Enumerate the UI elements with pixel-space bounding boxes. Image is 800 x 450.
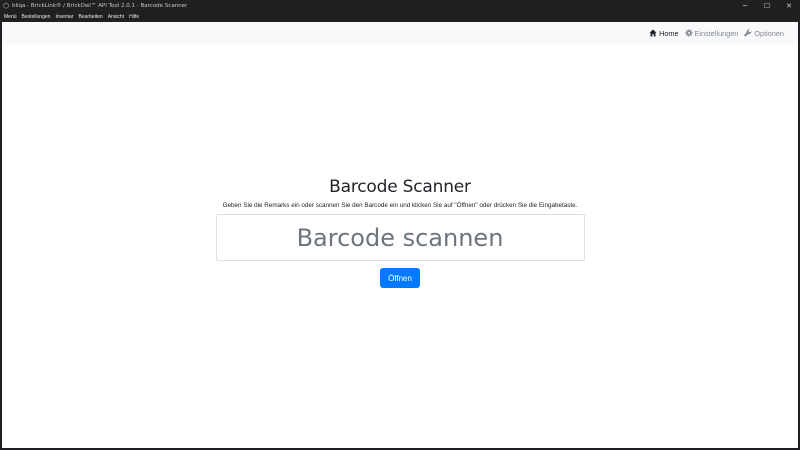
nav-options[interactable]: Optionen	[744, 29, 784, 38]
wrench-icon	[744, 29, 752, 37]
gear-icon	[684, 29, 693, 37]
app-window: Home Einstellungen Optionen Barcode Scan…	[2, 22, 798, 448]
nav-settings-label: Einstellungen	[694, 28, 739, 38]
minimize-button[interactable]: ─	[734, 0, 756, 12]
app-icon: ⬡	[2, 2, 10, 10]
menu-item-view[interactable]: Ansicht	[108, 14, 124, 20]
menu-item-inventory[interactable]: Inventar	[55, 14, 73, 20]
menu-item-menu[interactable]: Menü	[4, 14, 17, 20]
nav-home[interactable]: Home	[649, 28, 679, 38]
barcode-input[interactable]	[215, 214, 585, 261]
close-button[interactable]: ✕	[778, 0, 800, 12]
window-title: bliqa - BrickLink® / BrickOwl™ API Tool …	[12, 3, 188, 9]
page-title: Barcode Scanner	[329, 177, 471, 197]
maximize-button[interactable]: ☐	[756, 0, 778, 12]
barcode-scanner-panel: Barcode Scanner Geben Sie die Remarks ei…	[2, 177, 798, 288]
menu-item-help[interactable]: Hilfe	[129, 14, 139, 20]
menu-item-orders[interactable]: Bestellungen	[22, 14, 51, 20]
instructions-text: Geben Sie die Remarks ein oder scannen S…	[222, 202, 578, 209]
menu-item-edit[interactable]: Bearbeiten	[79, 14, 103, 20]
window-controls: ─ ☐ ✕	[734, 0, 800, 12]
nav-home-label: Home	[659, 28, 679, 38]
open-button[interactable]: Öffnen	[380, 268, 420, 288]
window-titlebar: ⬡ bliqa - BrickLink® / BrickOwl™ API Too…	[0, 0, 800, 12]
home-icon	[649, 29, 657, 37]
menubar: Menü Bestellungen Inventar Bearbeiten An…	[0, 12, 800, 22]
top-navbar: Home Einstellungen Optionen	[2, 22, 798, 44]
nav-options-label: Optionen	[754, 28, 784, 38]
nav-settings[interactable]: Einstellungen	[684, 28, 739, 38]
